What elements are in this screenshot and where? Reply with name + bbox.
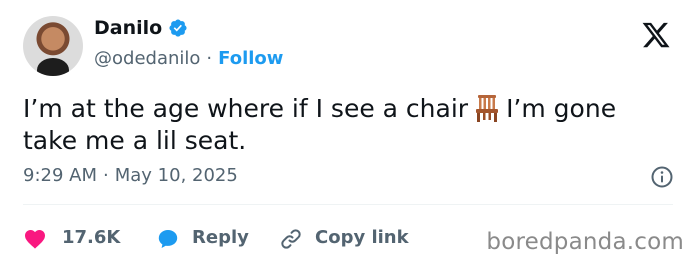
author-handle[interactable]: @odedanilo	[94, 48, 200, 69]
watermark: boredpanda.com	[486, 229, 684, 255]
link-icon[interactable]	[279, 227, 303, 251]
reply-button[interactable]: Reply	[192, 227, 249, 248]
reply-bubble-icon[interactable]	[156, 227, 180, 251]
x-logo-icon[interactable]	[640, 20, 672, 50]
tweet-text-part-1: I’m at the age where if I see a chair	[23, 94, 469, 123]
author-name-row: Danilo	[94, 17, 188, 39]
author-handle-row: @odedanilo · Follow	[94, 48, 283, 69]
chair-emoji-icon	[476, 95, 499, 122]
author-name[interactable]: Danilo	[94, 17, 162, 39]
tweet-time[interactable]: 9:29 AM	[23, 165, 97, 186]
tweet-timestamp[interactable]: 9:29 AM · May 10, 2025	[23, 165, 238, 186]
divider	[23, 204, 673, 205]
heart-icon[interactable]	[23, 227, 47, 251]
separator-dot: ·	[103, 165, 109, 186]
tweet-date[interactable]: May 10, 2025	[115, 165, 238, 186]
tweet-text: I’m at the age where if I see a chair I’…	[23, 93, 673, 157]
follow-button[interactable]: Follow	[218, 48, 283, 69]
copy-link-button[interactable]: Copy link	[315, 227, 409, 248]
like-count[interactable]: 17.6K	[62, 227, 120, 248]
separator-dot: ·	[206, 48, 213, 69]
verified-badge-icon	[169, 19, 187, 37]
avatar[interactable]	[23, 16, 83, 76]
info-icon[interactable]	[650, 165, 674, 189]
